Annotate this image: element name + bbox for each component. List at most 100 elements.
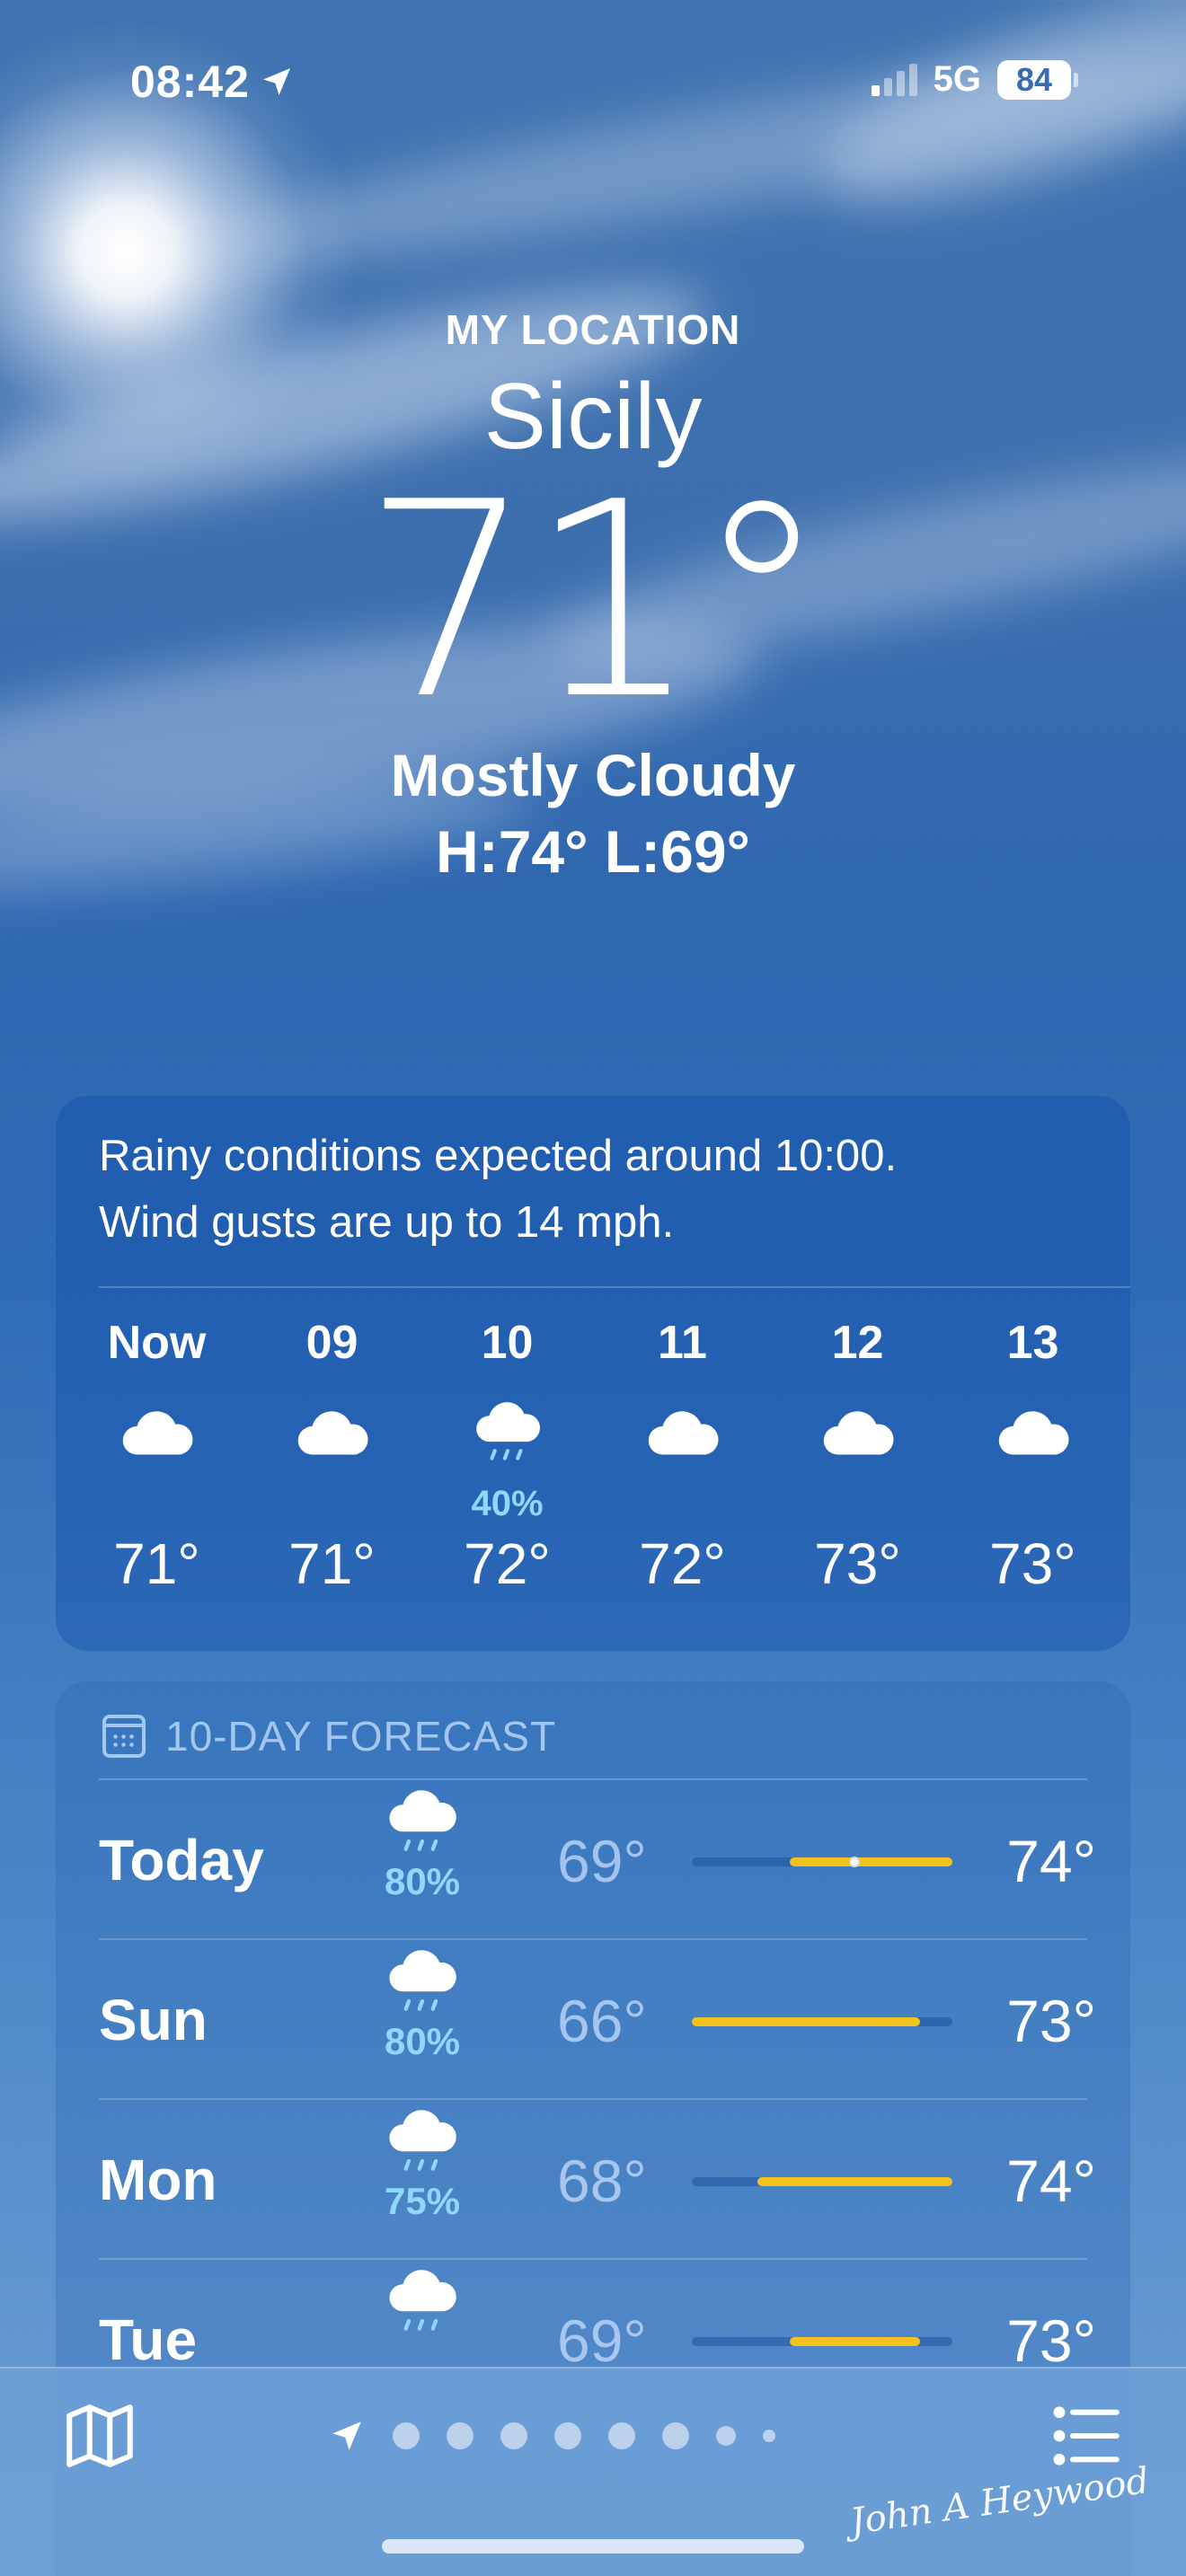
hour-icon-wrap xyxy=(642,1385,723,1484)
cloud-rain-icon xyxy=(389,1950,456,2011)
summary-line-1: Rainy conditions expected around 10:00. xyxy=(99,1132,898,1180)
signal-icon xyxy=(871,63,917,96)
day-low-temp: 66° xyxy=(557,1988,647,2054)
daily-row[interactable]: Today 80% 69° 74° xyxy=(99,1780,1096,1940)
bottom-toolbar: John A Heywood xyxy=(0,2367,1186,2576)
temp-range-fill xyxy=(757,2177,952,2186)
day-precip-chance: 80% xyxy=(384,1860,461,1903)
temp-range-bar xyxy=(692,2017,952,2026)
hourly-item: 12 73° xyxy=(774,1311,941,1597)
temp-range-fill xyxy=(789,1857,952,1866)
card-divider xyxy=(99,1286,1130,1288)
status-indicators: 5G 84 xyxy=(871,59,1078,100)
hour-temperature: 73° xyxy=(989,1531,1076,1596)
hourly-item: 13 73° xyxy=(950,1311,1116,1597)
cloud-rain-icon xyxy=(389,2110,456,2171)
hour-icon-wrap xyxy=(292,1385,373,1484)
temp-range-bar xyxy=(692,2337,952,2346)
day-name: Today xyxy=(99,1828,264,1892)
hour-temperature: 71° xyxy=(288,1531,376,1596)
hour-temperature: 72° xyxy=(639,1531,726,1596)
cloud-icon xyxy=(648,1411,719,1455)
day-weather-icon: 80% xyxy=(368,1949,476,2063)
day-name: Sun xyxy=(99,1988,208,2052)
status-time: 08:42 xyxy=(130,56,295,108)
network-label: 5G xyxy=(933,59,981,99)
hour-label: 10 xyxy=(481,1317,534,1369)
temp-range-fill xyxy=(692,2017,920,2026)
page-dot[interactable] xyxy=(554,2422,581,2449)
cloud-icon xyxy=(823,1411,894,1455)
current-temperature: 71° xyxy=(362,445,829,758)
high-low-text: H:74° L:69° xyxy=(436,818,750,885)
page-dot[interactable] xyxy=(608,2422,635,2449)
hour-label: 09 xyxy=(305,1317,358,1369)
hour-temperature: 73° xyxy=(814,1531,901,1596)
location-label: MY LOCATION xyxy=(445,306,741,353)
hourly-item: 09 71° xyxy=(249,1311,415,1597)
current-location-icon[interactable] xyxy=(328,2417,366,2455)
day-low-temp: 69° xyxy=(557,1828,647,1894)
location-arrow-icon xyxy=(262,68,290,95)
home-indicator[interactable] xyxy=(382,2539,804,2554)
temp-range-fill xyxy=(789,2337,920,2346)
clock-label: 08:42 xyxy=(130,57,250,107)
hourly-list[interactable]: Now 71° 09 71° 10 40% 72° 11 72° 12 73° 13 73° xyxy=(74,1311,1116,1597)
page-dot[interactable] xyxy=(500,2422,527,2449)
hour-icon-wrap xyxy=(818,1385,898,1484)
page-dot[interactable] xyxy=(447,2422,474,2449)
hour-label: 11 xyxy=(658,1317,707,1369)
battery-icon: 84 xyxy=(997,59,1078,100)
cloud-rain-icon xyxy=(389,1790,456,1851)
hour-label: 13 xyxy=(1006,1317,1059,1369)
map-icon[interactable] xyxy=(59,2395,140,2476)
page-dot[interactable] xyxy=(662,2422,689,2449)
summary-line-2: Wind gusts are up to 14 mph. xyxy=(99,1198,675,1247)
day-high-temp: 73° xyxy=(1006,2307,1096,2374)
hourly-forecast-card[interactable]: Rainy conditions expected around 10:00. … xyxy=(56,1096,1130,1651)
cloud-rain-icon xyxy=(475,1402,540,1460)
hour-temperature: 71° xyxy=(113,1531,200,1596)
forecast-summary: Rainy conditions expected around 10:00. … xyxy=(99,1123,1096,1256)
ten-day-title: 10-DAY FORECAST xyxy=(165,1713,557,1760)
day-low-temp: 69° xyxy=(557,2307,647,2374)
day-precip-chance: 75% xyxy=(384,2180,461,2223)
page-dot[interactable] xyxy=(393,2422,420,2449)
hour-label: Now xyxy=(107,1317,207,1369)
day-precip-chance: 80% xyxy=(384,2020,461,2063)
calendar-icon xyxy=(102,1715,146,1758)
day-high-temp: 74° xyxy=(1006,2148,1096,2214)
cloud-icon xyxy=(998,1411,1069,1455)
day-name: Tue xyxy=(99,2307,198,2372)
day-weather-icon xyxy=(368,2269,476,2340)
page-dot[interactable] xyxy=(716,2426,736,2446)
day-name: Mon xyxy=(99,2148,217,2212)
hourly-item: Now 71° xyxy=(74,1311,240,1597)
cloud-rain-icon xyxy=(389,2270,456,2331)
temp-range-bar xyxy=(692,2177,952,2186)
cloud-icon xyxy=(297,1411,368,1455)
hourly-item: 10 40% 72° xyxy=(424,1311,590,1597)
day-low-temp: 68° xyxy=(557,2148,647,2214)
temp-range-bar xyxy=(692,1857,952,1867)
day-high-temp: 73° xyxy=(1006,1988,1096,2054)
hour-icon-wrap xyxy=(117,1385,198,1484)
hour-temperature: 72° xyxy=(464,1531,551,1596)
day-weather-icon: 80% xyxy=(368,1789,476,1903)
battery-level: 84 xyxy=(997,59,1071,100)
hour-icon-wrap xyxy=(471,1385,544,1484)
day-weather-icon: 75% xyxy=(368,2109,476,2223)
day-high-temp: 74° xyxy=(1006,1828,1096,1894)
condition-text: Mostly Cloudy xyxy=(390,742,796,808)
hour-label: 12 xyxy=(831,1317,884,1369)
hourly-item: 11 72° xyxy=(599,1311,766,1597)
cloud-icon xyxy=(122,1411,193,1455)
precip-chance: 40% xyxy=(471,1484,544,1523)
signature-watermark: John A Heywood xyxy=(847,2459,1152,2544)
page-dot[interactable] xyxy=(763,2430,775,2442)
hour-icon-wrap xyxy=(993,1385,1074,1484)
daily-row[interactable]: Sun 80% 66° 73° xyxy=(99,1940,1096,2100)
daily-row[interactable]: Mon 75% 68° 74° xyxy=(99,2100,1096,2260)
ten-day-header: 10-DAY FORECAST xyxy=(102,1712,556,1760)
page-indicator[interactable] xyxy=(328,2404,775,2467)
